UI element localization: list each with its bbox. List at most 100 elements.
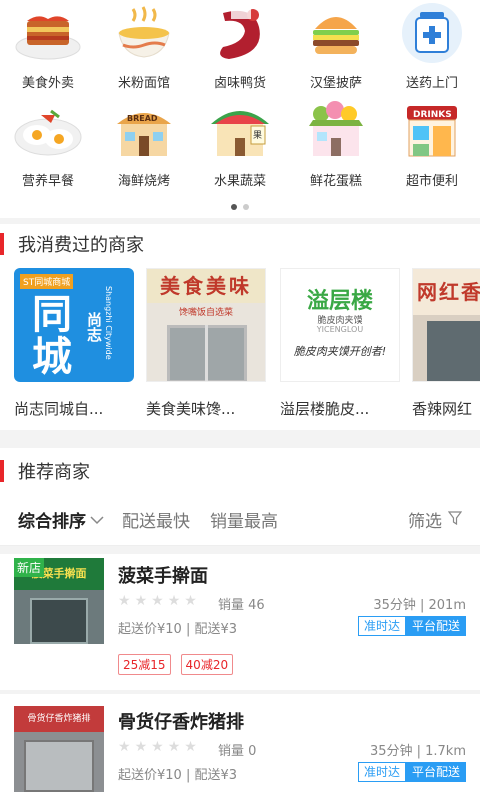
visited-section-header: 我消费过的商家: [0, 224, 480, 264]
category-medicine-delivery[interactable]: 送药上门: [384, 2, 480, 100]
logo-english-text: Shangzhi Citywide: [104, 286, 113, 360]
promo-tag: 40减20: [180, 654, 234, 675]
promo-tag: 25减15: [118, 654, 171, 675]
category-label: 汉堡披萨: [309, 76, 362, 91]
category-label: 超市便利: [405, 174, 458, 189]
category-food-delivery[interactable]: 美食外卖: [0, 2, 96, 100]
star-icon: ★: [151, 739, 164, 755]
star-icon: ★: [167, 739, 181, 755]
category-seafood-bbq[interactable]: BREAD 海鲜烧烤: [96, 100, 192, 198]
merchant-logo: 溢层楼 脆皮肉夹馍 YICENGLOU 脆皮肉夹馍开创者!: [280, 268, 400, 382]
burger-icon: [301, 2, 371, 64]
page-indicator: [0, 204, 480, 210]
star-icon: ★: [167, 593, 181, 609]
filter-button[interactable]: 筛选: [408, 507, 463, 532]
home-page: 美食外卖 米粉面馆 卤味鸭货 汉堡披萨 送药上门 营养早餐 BREAD 海鲜烧烤…: [0, 0, 480, 800]
sort-default-label: 综合排序: [18, 512, 86, 532]
star-icon: ★: [118, 739, 131, 755]
min-order-delivery-fee: 起送价¥10 | 配送¥3: [118, 768, 237, 783]
merchant-name: 香辣网红: [412, 400, 473, 418]
delivery-time-distance: 35分钟 | 201m: [373, 598, 466, 613]
min-order-delivery-fee: 起送价¥10 | 配送¥3: [118, 622, 237, 637]
star-icon: ★: [184, 739, 197, 755]
filter-label: 筛选: [408, 512, 442, 532]
visited-merchant-3[interactable]: 溢层楼 脆皮肉夹馍 YICENGLOU 脆皮肉夹馍开创者! 溢层楼脆皮...: [280, 268, 400, 419]
fried-eggs-icon: [13, 100, 83, 162]
svg-text:BREAD: BREAD: [127, 114, 158, 123]
store-sign: 美食美味: [147, 269, 265, 303]
logo-side-text: 尚志: [85, 312, 103, 342]
store-sign-sub: 馋嘴饭自选菜: [178, 308, 233, 318]
delivery-tags: 准时达 平台配送: [357, 762, 466, 782]
star-icon: ★: [134, 739, 148, 755]
category-flower-cake[interactable]: 鲜花蛋糕: [288, 100, 384, 198]
filter-funnel-icon: [447, 510, 463, 530]
merchant-name: 尚志同城自...: [14, 400, 104, 418]
category-rice-noodles[interactable]: 米粉面馆: [96, 2, 192, 100]
visited-merchant-1[interactable]: ST同城商城 同城 尚志 Shangzhi Citywide 尚志同城自...: [14, 268, 134, 419]
category-label: 水果蔬菜: [213, 174, 266, 189]
logo-text: 溢层楼: [306, 289, 373, 314]
category-breakfast[interactable]: 营养早餐: [0, 100, 96, 198]
recommend-section-header: 推荐商家: [0, 448, 480, 494]
merchant-name: 美食美味馋...: [146, 400, 236, 418]
bread-house-icon: BREAD: [109, 100, 179, 162]
divider: [0, 430, 480, 448]
section-title: 推荐商家: [18, 462, 90, 483]
category-label: 送药上门: [405, 76, 458, 91]
merchant-storefront-photo: 美食美味 馋嘴饭自选菜: [146, 268, 266, 382]
visited-merchant-2[interactable]: 美食美味 馋嘴饭自选菜 美食美味馋...: [146, 268, 266, 419]
sort-bar: 综合排序 配送最快 销量最高 筛选: [0, 494, 480, 546]
logo-english-text: YICENGLOU: [316, 325, 364, 334]
section-accent-bar: [0, 233, 4, 255]
category-supermarket[interactable]: DRINKS 超市便利: [384, 100, 480, 198]
medicine-jar-icon: [397, 2, 467, 64]
category-label: 海鲜烧烤: [117, 174, 170, 189]
star-icon: ★: [134, 593, 148, 609]
category-burger-pizza[interactable]: 汉堡披萨: [288, 2, 384, 100]
visited-merchant-4[interactable]: 网红香辣 香辣网红: [412, 268, 480, 419]
logo-main-text: 同城: [32, 292, 72, 380]
delivery-time-distance: 35分钟 | 1.7km: [369, 744, 466, 759]
category-label: 美食外卖: [21, 76, 74, 91]
sales-count: 销量 0: [218, 744, 257, 759]
shop-storefront-photo: 骨货仔香炸猪排: [14, 706, 104, 792]
sort-default-button[interactable]: 综合排序: [18, 507, 104, 532]
noodle-bowl-icon: [109, 2, 179, 64]
shop-name: 菠菜手擀面: [118, 566, 208, 587]
sort-sales-button[interactable]: 销量最高: [210, 507, 278, 532]
merchant-name: 溢层楼脆皮...: [280, 400, 370, 418]
on-time-tag: 准时达: [357, 616, 406, 636]
category-label: 米粉面馆: [117, 76, 170, 91]
platform-delivery-tag: 平台配送: [405, 616, 466, 636]
logo-slogan: 脆皮肉夹馍开创者!: [293, 345, 387, 358]
sort-fastest-button[interactable]: 配送最快: [122, 507, 190, 532]
svg-text:果: 果: [253, 130, 262, 141]
star-icon: ★: [151, 593, 164, 609]
platform-delivery-tag: 平台配送: [405, 762, 466, 782]
drinks-store-icon: DRINKS: [397, 100, 467, 162]
store-sign: 骨货仔香炸猪排: [14, 706, 104, 732]
promo-tags: 25减15 40减20: [118, 654, 234, 675]
chevron-down-icon: [90, 510, 104, 530]
page-dot-2[interactable]: [243, 204, 249, 210]
logo-tag: ST同城商城: [20, 274, 74, 289]
category-fruit-veg[interactable]: 果 水果蔬菜: [192, 100, 288, 198]
category-grid: 美食外卖 米粉面馆 卤味鸭货 汉堡披萨 送药上门 营养早餐 BREAD 海鲜烧烤…: [0, 0, 480, 218]
divider: [0, 546, 480, 554]
visited-merchants-list: ST同城商城 同城 尚志 Shangzhi Citywide 尚志同城自... …: [0, 264, 480, 430]
shop-card-1[interactable]: 菠菜手擀面 新店 菠菜手擀面 ★ ★ ★ ★ ★ 销量 46 35分钟 | 20…: [0, 554, 480, 690]
category-label: 卤味鸭货: [213, 76, 266, 91]
rating-stars: ★ ★ ★ ★ ★: [118, 594, 197, 608]
delivery-tags: 准时达 平台配送: [357, 616, 466, 636]
star-icon: ★: [118, 593, 131, 609]
sales-count: 销量 46: [218, 598, 265, 613]
shop-storefront-photo: 菠菜手擀面 新店: [14, 558, 104, 644]
shop-name: 骨货仔香炸猪排: [118, 712, 244, 733]
new-store-badge: 新店: [14, 558, 45, 577]
section-title: 我消费过的商家: [18, 235, 144, 256]
star-icon: ★: [184, 593, 197, 609]
page-dot-1[interactable]: [231, 204, 237, 210]
category-braised-duck[interactable]: 卤味鸭货: [192, 2, 288, 100]
shop-card-2[interactable]: 骨货仔香炸猪排 骨货仔香炸猪排 ★ ★ ★ ★ ★ 销量 0 35分钟 | 1.…: [0, 694, 480, 800]
